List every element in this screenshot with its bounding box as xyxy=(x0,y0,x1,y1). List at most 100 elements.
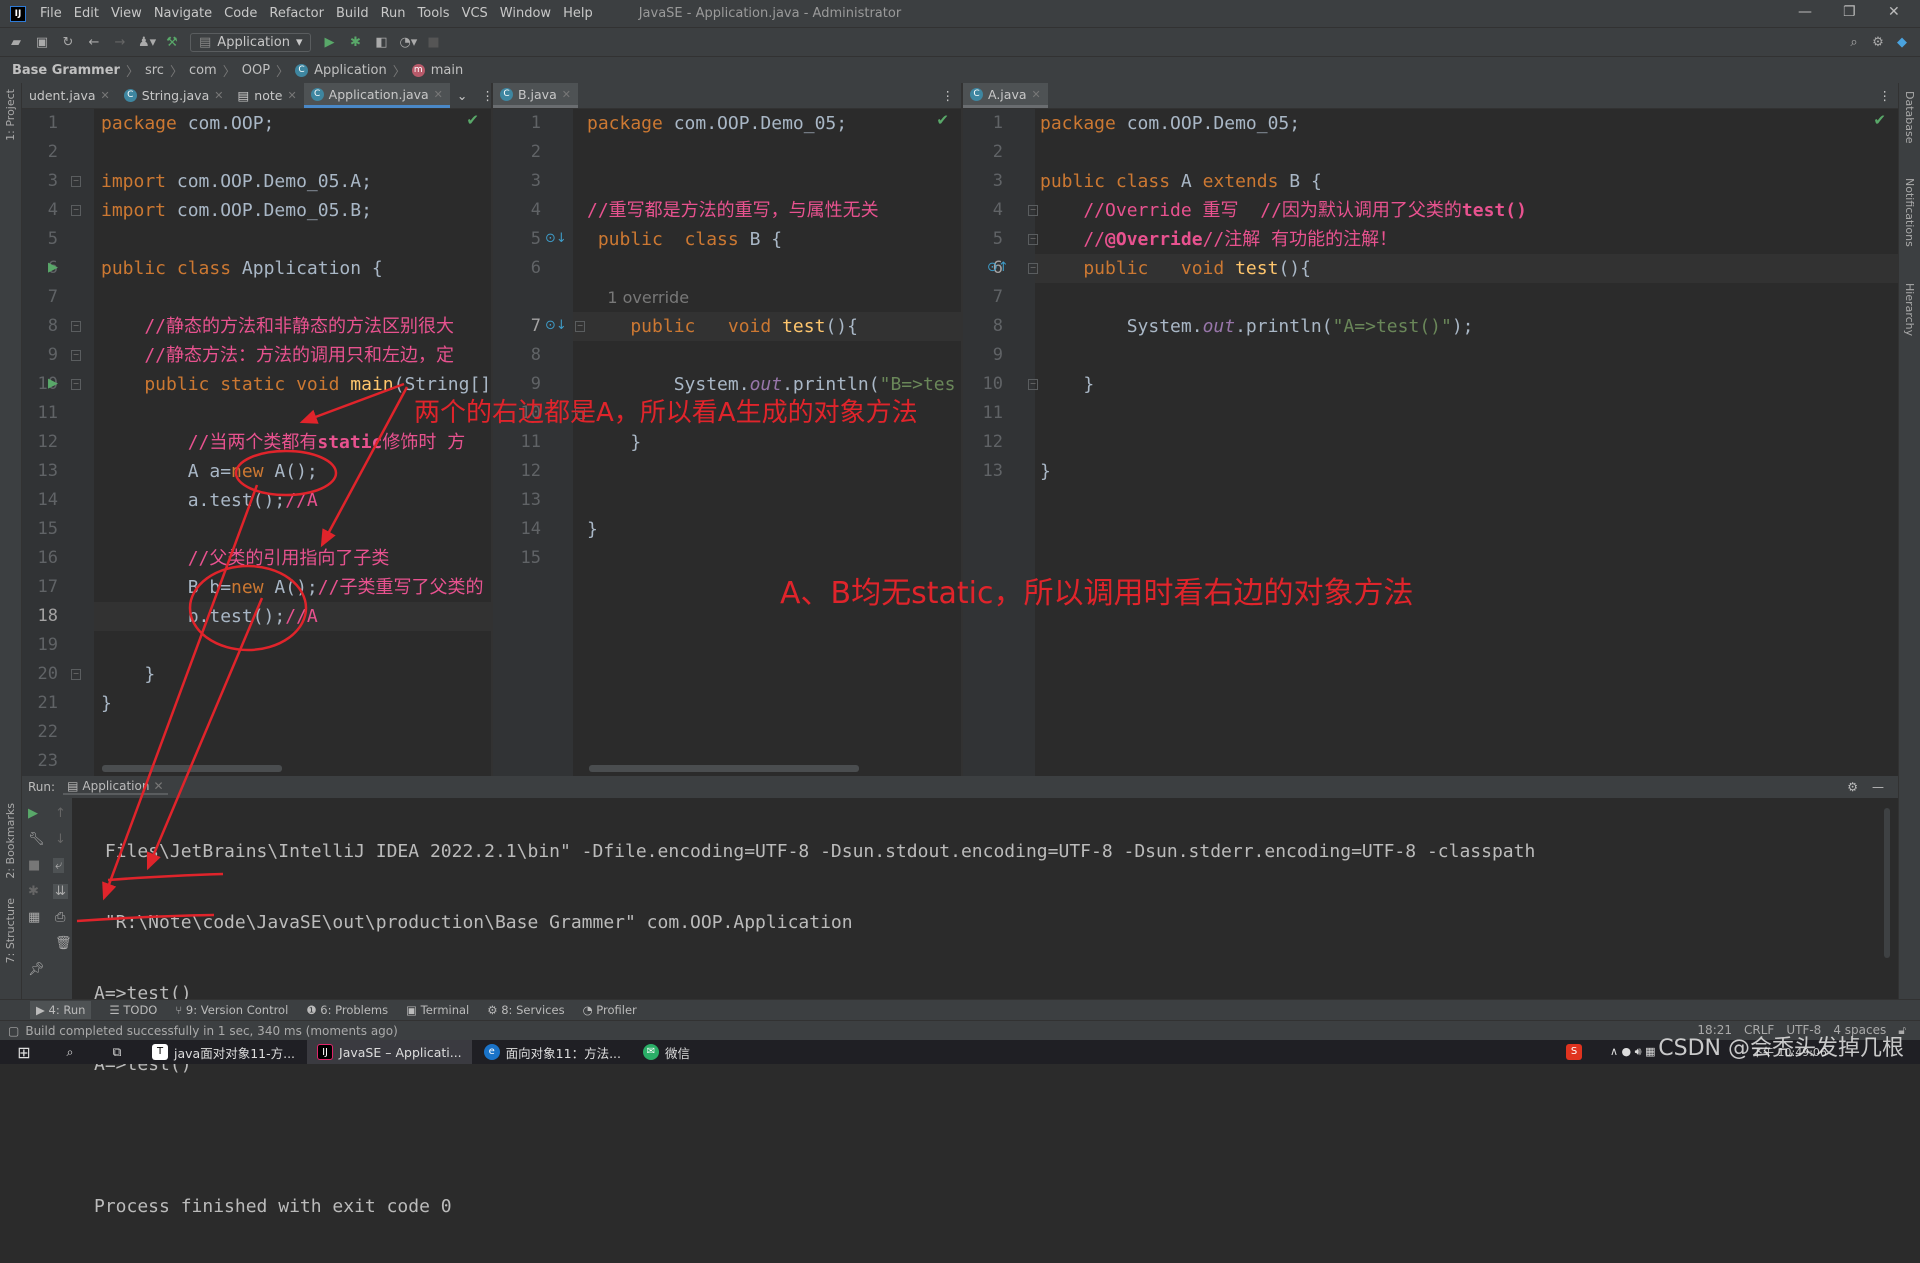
fold-marker-icon[interactable]: − xyxy=(71,379,81,390)
wrench-icon[interactable]: 🔧︎ xyxy=(28,832,45,847)
vcs-user-icon[interactable]: ♟▾ xyxy=(138,35,156,50)
breadcrumb-src[interactable]: src xyxy=(145,63,164,78)
fold-marker-icon[interactable]: − xyxy=(71,350,81,361)
menu-window[interactable]: Window xyxy=(500,6,551,21)
breadcrumb-com[interactable]: com xyxy=(189,63,217,78)
menu-build[interactable]: Build xyxy=(336,6,369,21)
tool-tab-terminal[interactable]: ▣ Terminal xyxy=(406,1003,469,1017)
tray-icons[interactable]: ∧ ● 🔊︎ ▦ xyxy=(1610,1045,1655,1059)
menu-code[interactable]: Code xyxy=(224,6,257,21)
open-folder-icon[interactable]: ▰ xyxy=(8,35,24,50)
status-message[interactable]: Build completed successfully in 1 sec, 3… xyxy=(25,1024,397,1038)
run-console[interactable]: ▶ ↑ 🔧︎ ↓ ■ ⤶ ✱ ⇊ ▦ ⎙ 🗑︎ 📌︎ Files\JetBrai… xyxy=(22,798,1898,1217)
editor-b-java[interactable]: 1 2 3 4 5 6 7 8 9 10 11 12 13 14 15 package com.OOP.Dem… xyxy=(493,109,961,776)
close-tab-icon[interactable]: ✕ xyxy=(434,88,443,101)
horizontal-scrollbar[interactable] xyxy=(589,765,859,772)
menu-tools[interactable]: Tools xyxy=(418,6,450,21)
stop-icon[interactable]: ■ xyxy=(425,35,441,50)
line-number-gutter[interactable]: 1 2 3 4 5 6 7 8 9 10 11 12 13 14 15 16 17 18 19 20 21 22 23 xyxy=(22,109,94,776)
bookmarks-tool-button[interactable]: 2: Bookmarks xyxy=(4,803,17,879)
scroll-to-end-icon[interactable]: ⇊ xyxy=(53,884,68,899)
menu-help[interactable]: Help xyxy=(563,6,593,21)
fold-marker-icon[interactable]: − xyxy=(1028,234,1038,245)
more-kebab-icon[interactable]: ⋮ xyxy=(1872,83,1899,108)
tool-tab-services[interactable]: ⚙ 8: Services xyxy=(487,1003,564,1017)
tab-b-java[interactable]: C B.java ✕ xyxy=(493,83,578,108)
windows-start-icon[interactable]: ⊞ xyxy=(0,1043,48,1062)
overriding-method-icon[interactable]: ⊙↑ xyxy=(987,260,1009,275)
gear-icon[interactable]: ⚙ xyxy=(1847,780,1858,794)
toolbox-icon[interactable]: ◆ xyxy=(1894,35,1910,50)
fold-marker-icon[interactable]: − xyxy=(71,321,81,332)
tool-tab-todo[interactable]: ☰ TODO xyxy=(109,1003,157,1017)
tab-application[interactable]: C Application.java ✕ xyxy=(303,83,450,108)
taskbar-item-wechat[interactable]: ✉ 微信 xyxy=(633,1040,700,1064)
code-area[interactable]: package com.OOP.Demo_05; //重写都是方法的重写，与属性无… xyxy=(587,109,955,573)
close-tab-icon[interactable]: ✕ xyxy=(562,88,571,101)
fold-marker-icon[interactable]: − xyxy=(71,205,81,216)
no-problems-check-icon[interactable]: ✔ xyxy=(936,111,949,129)
fold-marker-icon[interactable]: − xyxy=(575,321,585,332)
forward-icon[interactable]: → xyxy=(112,35,128,50)
sogou-icon[interactable]: S xyxy=(1566,1044,1582,1060)
console-scrollbar[interactable] xyxy=(1884,808,1890,958)
close-tab-icon[interactable]: ✕ xyxy=(153,779,163,793)
trash-icon[interactable]: 🗑︎ xyxy=(55,936,72,951)
taskbar-item-typora[interactable]: Tjava面对对象11-方... xyxy=(142,1040,305,1064)
menu-run[interactable]: Run xyxy=(381,6,406,21)
pane-divider[interactable] xyxy=(491,83,493,776)
menu-refactor[interactable]: Refactor xyxy=(269,6,324,21)
run-tab-application[interactable]: ▤ Application ✕ xyxy=(63,779,168,795)
tab-student[interactable]: udent.java ✕ xyxy=(22,83,117,108)
editor-a-java[interactable]: 1 2 3 4 5 6 7 8 9 10 11 12 13 package com.OOP.Demo_05… xyxy=(963,109,1898,776)
close-icon[interactable]: ✕ xyxy=(1888,4,1900,20)
taskbar-item-edge[interactable]: e 面向对象11：方法... xyxy=(474,1040,631,1064)
override-inlay-hint[interactable]: 1 override xyxy=(587,288,689,307)
project-tool-button[interactable]: 1: Project xyxy=(4,89,17,141)
down-arrow-icon[interactable]: ↓ xyxy=(55,832,66,847)
line-number-gutter[interactable]: 1 2 3 4 5 6 7 8 9 10 11 12 13 xyxy=(963,109,1035,776)
tab-list-chevron-icon[interactable]: ⌄ xyxy=(450,83,474,108)
search-icon[interactable]: ⌕ xyxy=(48,1044,92,1060)
breadcrumb-main[interactable]: main xyxy=(431,63,463,78)
run-configuration-select[interactable]: ▤ Application ▾ xyxy=(190,32,312,52)
debug-icon[interactable]: ✱ xyxy=(347,35,363,50)
build-hammer-icon[interactable]: ⚒ xyxy=(164,35,180,50)
fold-marker-icon[interactable]: − xyxy=(1028,263,1038,274)
tab-a-java[interactable]: C A.java ✕ xyxy=(963,83,1048,108)
menu-vcs[interactable]: VCS xyxy=(462,6,488,21)
horizontal-scrollbar[interactable] xyxy=(102,765,282,772)
restore-icon[interactable]: ❐ xyxy=(1843,4,1856,20)
run-icon[interactable]: ▶ xyxy=(321,35,337,50)
tab-string[interactable]: C String.java ✕ xyxy=(117,83,231,108)
menu-view[interactable]: View xyxy=(111,6,142,21)
menu-edit[interactable]: Edit xyxy=(74,6,99,21)
tab-note[interactable]: ▤ note ✕ xyxy=(230,83,303,108)
editor-application-java[interactable]: 1 2 3 4 5 6 7 8 9 10 11 12 13 14 15 16 17 18 19 20 21 22 23 pac… xyxy=(22,109,491,776)
restore-layout-icon[interactable]: ✱ xyxy=(28,884,39,899)
save-icon[interactable]: ▣ xyxy=(34,35,50,50)
no-problems-check-icon[interactable]: ✔ xyxy=(1873,111,1886,129)
back-icon[interactable]: ← xyxy=(86,35,102,50)
minimize-icon[interactable]: — xyxy=(1798,4,1812,20)
more-kebab-icon[interactable]: ⋮ xyxy=(935,83,962,108)
layout-icon[interactable]: ▦ xyxy=(28,910,40,925)
taskbar-item-intellij[interactable]: IJ JavaSE – Applicati... xyxy=(307,1040,472,1064)
hierarchy-tool-button[interactable]: Hierarchy xyxy=(1903,283,1916,336)
overridden-method-icon[interactable]: ⊙↓ xyxy=(545,318,567,333)
structure-tool-button[interactable]: 7: Structure xyxy=(4,898,17,963)
breadcrumb-oop[interactable]: OOP xyxy=(242,63,270,78)
sync-icon[interactable]: ↻ xyxy=(60,35,76,50)
soft-wrap-icon[interactable]: ⤶ xyxy=(53,858,65,873)
close-tab-icon[interactable]: ✕ xyxy=(1032,88,1041,101)
minimize-panel-icon[interactable]: — xyxy=(1872,780,1884,794)
close-tab-icon[interactable]: ✕ xyxy=(214,89,223,102)
profile-icon[interactable]: ◔▾ xyxy=(399,35,417,50)
close-tab-icon[interactable]: ✕ xyxy=(287,89,296,102)
code-area[interactable]: package com.OOP; import com.OOP.Demo_05.A… xyxy=(101,109,491,776)
fold-marker-icon[interactable]: − xyxy=(71,669,81,680)
coverage-icon[interactable]: ◧ xyxy=(373,35,389,50)
fold-marker-icon[interactable]: − xyxy=(71,176,81,187)
stop-icon[interactable]: ■ xyxy=(28,858,40,873)
no-problems-check-icon[interactable]: ✔ xyxy=(466,111,479,129)
